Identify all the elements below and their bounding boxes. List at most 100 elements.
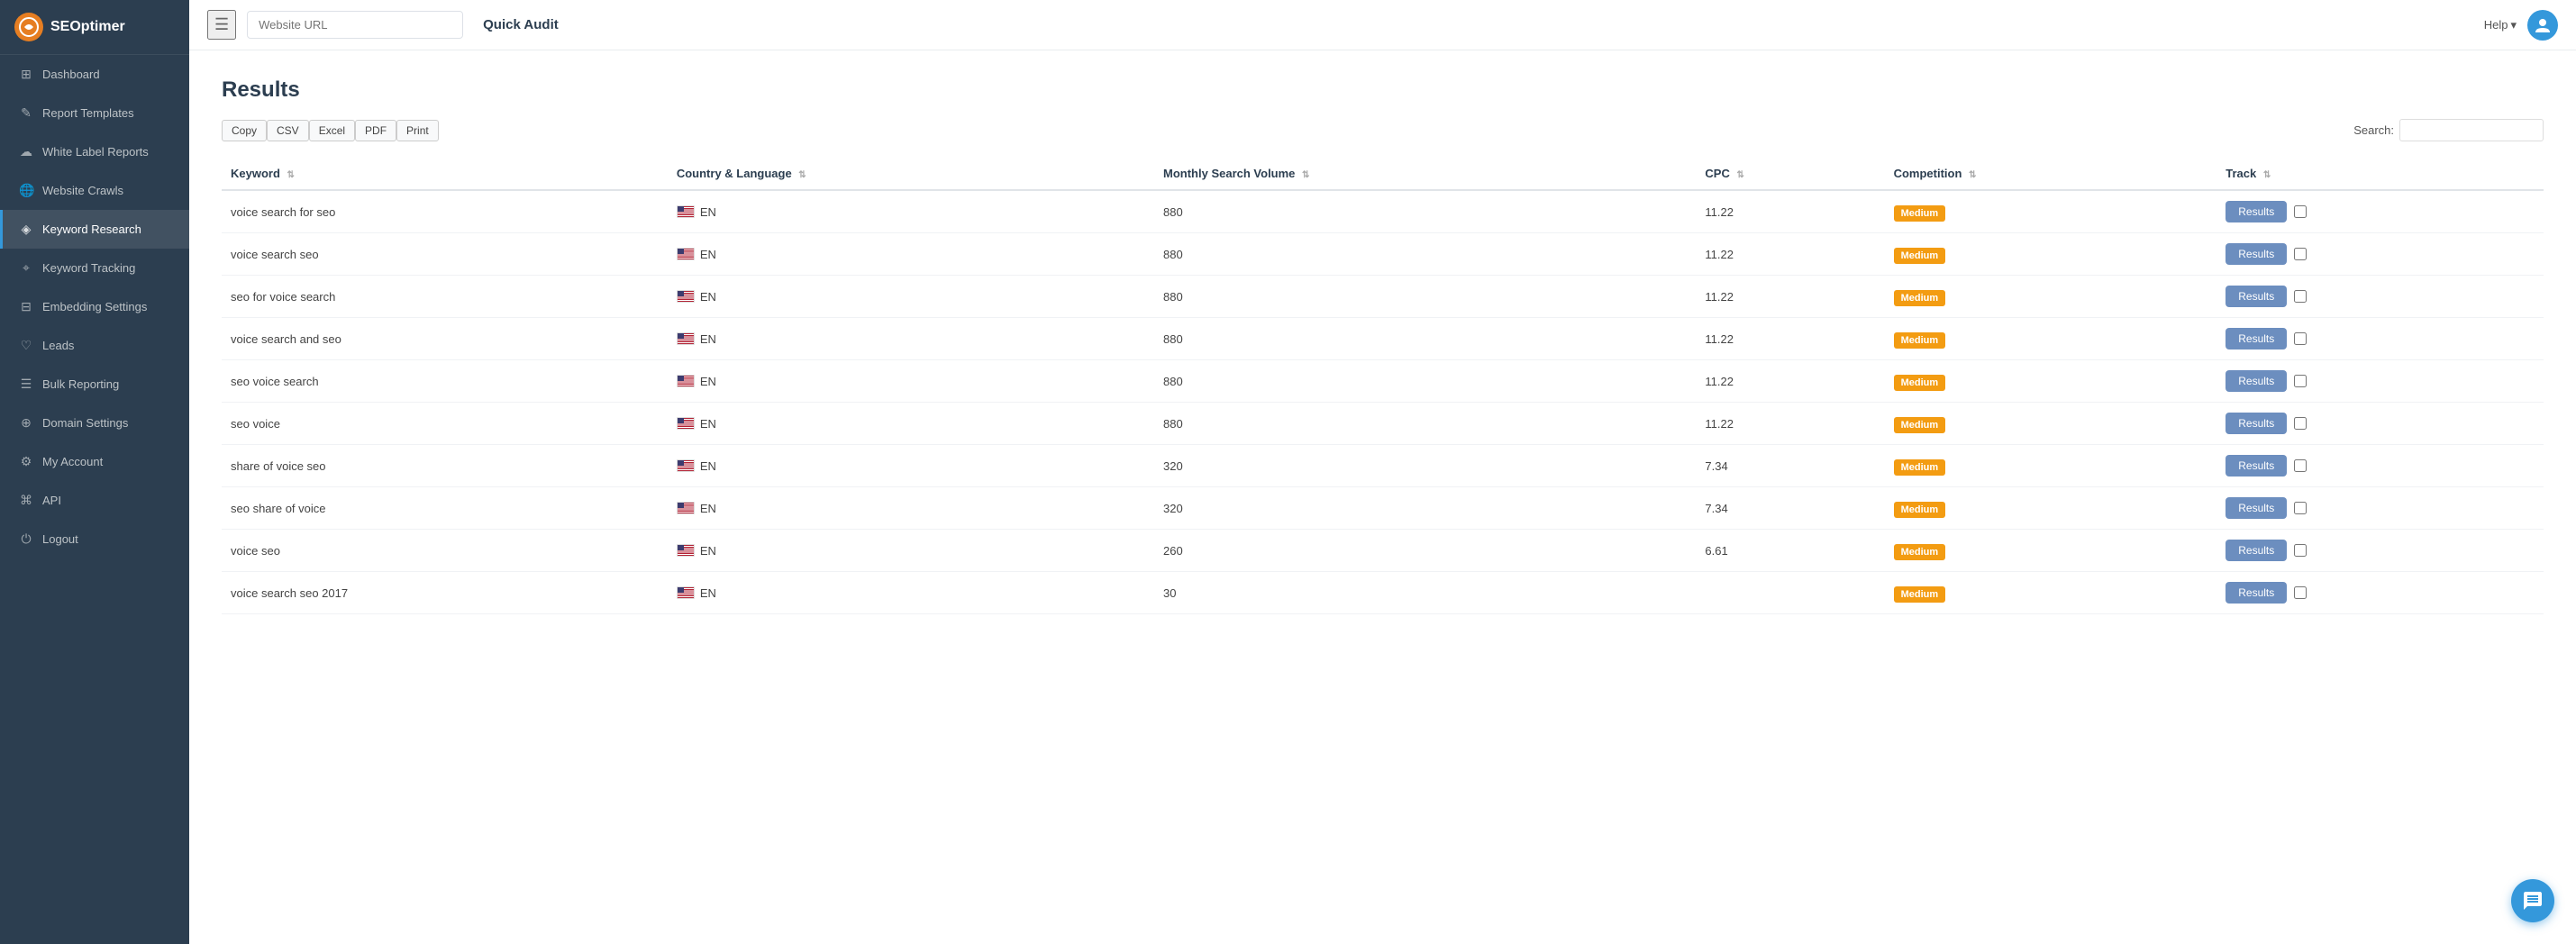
sort-icon-monthly-search-volume[interactable]: ⇅ xyxy=(1302,170,1309,180)
track-checkbox-7[interactable] xyxy=(2294,502,2307,514)
competition-cell-9: Medium xyxy=(1885,572,2217,614)
sidebar-nav: ⊞ Dashboard✎ Report Templates☁ White Lab… xyxy=(0,55,189,558)
export-pdf-button[interactable]: PDF xyxy=(355,120,396,141)
sort-icon-cpc[interactable]: ⇅ xyxy=(1736,170,1743,180)
sort-icon-keyword[interactable]: ⇅ xyxy=(287,170,295,180)
logout-icon: ⏻ xyxy=(19,531,33,547)
cpc-cell-7: 7.34 xyxy=(1696,487,1884,530)
competition-cell-2: Medium xyxy=(1885,276,2217,318)
cpc-cell-2: 11.22 xyxy=(1696,276,1884,318)
keyword-cell-3: voice search and seo xyxy=(222,318,668,360)
track-checkbox-4[interactable] xyxy=(2294,375,2307,387)
flag-us-7 xyxy=(677,502,695,514)
table-row: seo voice search EN88011.22Medium Result… xyxy=(222,360,2544,403)
keyword-cell-8: voice seo xyxy=(222,530,668,572)
track-checkbox-0[interactable] xyxy=(2294,205,2307,218)
sidebar-item-report-templates[interactable]: ✎ Report Templates xyxy=(0,94,189,132)
help-button[interactable]: Help ▾ xyxy=(2484,18,2517,32)
results-button-1[interactable]: Results xyxy=(2226,243,2287,265)
volume-cell-6: 320 xyxy=(1154,445,1696,487)
keyword-cell-0: voice search for seo xyxy=(222,190,668,233)
keyword-cell-1: voice search seo xyxy=(222,233,668,276)
sidebar-item-keyword-tracking[interactable]: ⌖ Keyword Tracking xyxy=(0,249,189,287)
dashboard-icon: ⊞ xyxy=(19,67,33,82)
content-area: Results CopyCSVExcelPDFPrint Search: Key… xyxy=(189,50,2576,944)
track-cell-8: Results xyxy=(2216,530,2544,571)
url-input[interactable] xyxy=(247,11,463,39)
track-cell-0: Results xyxy=(2216,191,2544,232)
results-title: Results xyxy=(222,77,2544,103)
export-print-button[interactable]: Print xyxy=(396,120,439,141)
track-checkbox-2[interactable] xyxy=(2294,290,2307,303)
results-button-2[interactable]: Results xyxy=(2226,286,2287,307)
sidebar-label-domain-settings: Domain Settings xyxy=(42,416,128,430)
competition-cell-7: Medium xyxy=(1885,487,2217,530)
search-input[interactable] xyxy=(2399,119,2544,141)
flag-us-3 xyxy=(677,332,695,345)
results-button-8[interactable]: Results xyxy=(2226,540,2287,561)
results-button-6[interactable]: Results xyxy=(2226,455,2287,477)
column-header-track: Track ⇅ xyxy=(2216,158,2544,190)
competition-badge-7: Medium xyxy=(1894,502,1946,518)
sidebar-item-domain-settings[interactable]: ⊕ Domain Settings xyxy=(0,404,189,442)
sidebar-item-api[interactable]: ⌘ API xyxy=(0,481,189,520)
export-bar: CopyCSVExcelPDFPrint Search: xyxy=(222,119,2544,141)
results-button-7[interactable]: Results xyxy=(2226,497,2287,519)
country-cell-6: EN xyxy=(668,445,1154,487)
cpc-cell-4: 11.22 xyxy=(1696,360,1884,403)
sidebar-label-website-crawls: Website Crawls xyxy=(42,184,123,197)
results-button-0[interactable]: Results xyxy=(2226,201,2287,222)
track-checkbox-8[interactable] xyxy=(2294,544,2307,557)
sidebar-item-dashboard[interactable]: ⊞ Dashboard xyxy=(0,55,189,94)
track-cell-1: Results xyxy=(2216,233,2544,275)
sort-icon-competition[interactable]: ⇅ xyxy=(1969,170,1976,180)
chat-bubble[interactable] xyxy=(2511,879,2554,922)
sidebar-item-website-crawls[interactable]: 🌐 Website Crawls xyxy=(0,171,189,210)
competition-cell-0: Medium xyxy=(1885,190,2217,233)
sidebar-item-keyword-research[interactable]: ◈ Keyword Research xyxy=(0,210,189,249)
table-head: Keyword ⇅Country & Language ⇅Monthly Sea… xyxy=(222,158,2544,190)
export-csv-button[interactable]: CSV xyxy=(267,120,309,141)
sidebar-item-my-account[interactable]: ⚙ My Account xyxy=(0,442,189,481)
quick-audit-button[interactable]: Quick Audit xyxy=(474,12,568,38)
export-excel-button[interactable]: Excel xyxy=(309,120,355,141)
sidebar-item-embedding-settings[interactable]: ⊟ Embedding Settings xyxy=(0,287,189,326)
export-copy-button[interactable]: Copy xyxy=(222,120,267,141)
sidebar-item-white-label-reports[interactable]: ☁ White Label Reports xyxy=(0,132,189,171)
country-cell-1: EN xyxy=(668,233,1154,276)
track-checkbox-6[interactable] xyxy=(2294,459,2307,472)
keyword-cell-9: voice search seo 2017 xyxy=(222,572,668,614)
results-button-5[interactable]: Results xyxy=(2226,413,2287,434)
track-checkbox-1[interactable] xyxy=(2294,248,2307,260)
user-avatar[interactable] xyxy=(2527,10,2558,41)
results-button-9[interactable]: Results xyxy=(2226,582,2287,604)
table-row: seo share of voice EN3207.34Medium Resul… xyxy=(222,487,2544,530)
sidebar-item-leads[interactable]: ♡ Leads xyxy=(0,326,189,365)
volume-cell-7: 320 xyxy=(1154,487,1696,530)
sidebar-item-bulk-reporting[interactable]: ☰ Bulk Reporting xyxy=(0,365,189,404)
bulk-reporting-icon: ☰ xyxy=(19,377,33,392)
results-button-3[interactable]: Results xyxy=(2226,328,2287,349)
sort-icon-track[interactable]: ⇅ xyxy=(2263,170,2271,180)
table-row: voice search and seo EN88011.22Medium Re… xyxy=(222,318,2544,360)
track-checkbox-5[interactable] xyxy=(2294,417,2307,430)
competition-badge-0: Medium xyxy=(1894,205,1946,222)
topbar: ☰ Quick Audit Help ▾ xyxy=(189,0,2576,50)
flag-us-6 xyxy=(677,459,695,472)
volume-cell-4: 880 xyxy=(1154,360,1696,403)
sidebar-item-logout[interactable]: ⏻ Logout xyxy=(0,520,189,558)
embedding-settings-icon: ⊟ xyxy=(19,299,33,314)
leads-icon: ♡ xyxy=(19,338,33,353)
volume-cell-3: 880 xyxy=(1154,318,1696,360)
track-checkbox-9[interactable] xyxy=(2294,586,2307,599)
help-label: Help xyxy=(2484,18,2508,32)
volume-cell-2: 880 xyxy=(1154,276,1696,318)
track-checkbox-3[interactable] xyxy=(2294,332,2307,345)
column-header-country-language: Country & Language ⇅ xyxy=(668,158,1154,190)
sort-icon-country-language[interactable]: ⇅ xyxy=(798,170,806,180)
sidebar-label-api: API xyxy=(42,494,61,507)
search-bar: Search: xyxy=(2353,119,2544,141)
results-button-4[interactable]: Results xyxy=(2226,370,2287,392)
menu-button[interactable]: ☰ xyxy=(207,10,236,40)
logo-text: SEOptimer xyxy=(50,19,125,35)
